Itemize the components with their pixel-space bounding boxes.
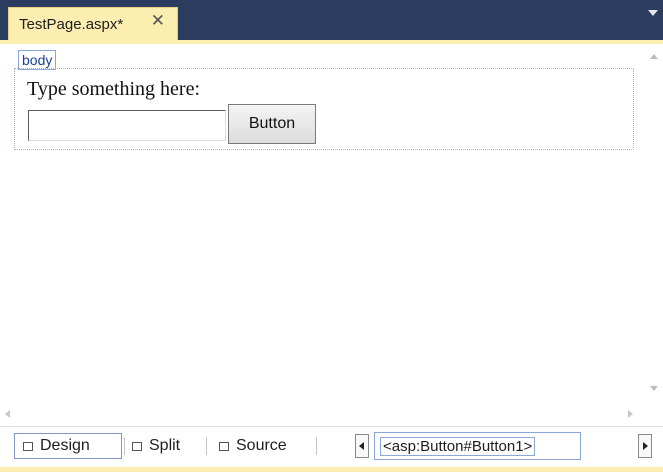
divider — [316, 437, 317, 455]
scroll-right-icon[interactable] — [628, 410, 633, 418]
nav-left-icon — [359, 442, 364, 450]
split-view-icon — [132, 441, 142, 451]
scroll-down-icon[interactable] — [650, 386, 658, 391]
split-view-button[interactable]: Split — [130, 433, 200, 459]
divider — [206, 437, 207, 455]
tab-dropdown-icon[interactable] — [648, 10, 658, 16]
nav-right-button[interactable] — [638, 434, 652, 458]
nav-right-icon — [643, 442, 648, 450]
body-tag-label[interactable]: body — [18, 50, 57, 70]
divider — [124, 437, 125, 455]
editor-window: TestPage.aspx* ✕ body Type something her… — [0, 0, 663, 472]
source-view-button[interactable]: Source — [217, 433, 309, 459]
design-view-icon — [23, 441, 33, 451]
design-view-label: Design — [40, 437, 90, 454]
nav-left-button[interactable] — [355, 434, 369, 458]
prompt-label: Type something here: — [27, 78, 200, 100]
source-view-label: Source — [236, 437, 287, 454]
document-tab-strip: TestPage.aspx* ✕ — [0, 0, 663, 40]
horizontal-scrollbar[interactable] — [0, 404, 646, 424]
split-view-label: Split — [149, 437, 181, 454]
scroll-up-icon[interactable] — [650, 54, 658, 59]
textbox-input[interactable] — [28, 110, 226, 141]
close-icon[interactable]: ✕ — [151, 13, 165, 30]
tab-title: TestPage.aspx* — [19, 15, 124, 33]
breadcrumb-selected-tag[interactable]: <asp:Button#Button1> — [380, 436, 536, 456]
tag-breadcrumb[interactable]: <asp:Button#Button1> — [374, 432, 581, 460]
status-accent-bar — [0, 467, 663, 472]
asp-button[interactable]: Button — [228, 104, 316, 144]
design-view-button[interactable]: Design — [14, 433, 122, 459]
tab-testpage[interactable]: TestPage.aspx* ✕ — [8, 7, 178, 40]
vertical-scrollbar[interactable] — [646, 44, 663, 404]
source-view-icon — [219, 441, 229, 451]
scroll-left-icon[interactable] — [5, 410, 10, 418]
